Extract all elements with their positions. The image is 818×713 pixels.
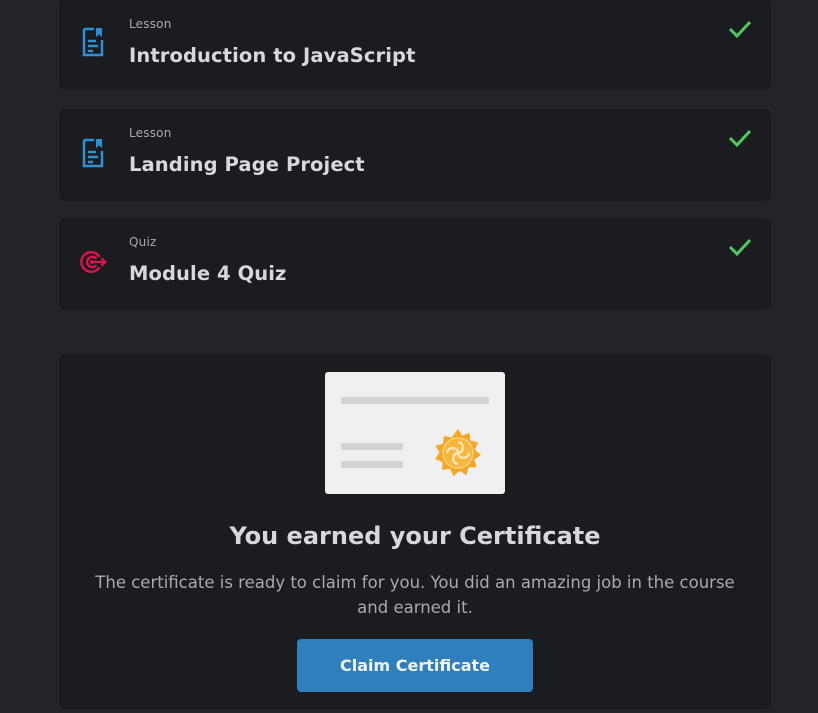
item-title: Landing Page Project bbox=[129, 153, 365, 176]
certificate-illustration bbox=[325, 372, 505, 494]
claim-certificate-button[interactable]: Claim Certificate bbox=[297, 639, 533, 692]
certificate-panel: You earned your Certificate The certific… bbox=[59, 354, 771, 709]
list-item-introduction-to-javascript[interactable]: Lesson Introduction to JavaScript bbox=[59, 0, 771, 90]
certificate-line bbox=[341, 397, 489, 404]
check-icon bbox=[727, 127, 753, 149]
item-title: Introduction to JavaScript bbox=[129, 44, 416, 67]
certificate-seal-icon bbox=[433, 428, 483, 478]
certificate-line bbox=[341, 461, 403, 468]
certificate-title: You earned your Certificate bbox=[229, 522, 601, 550]
lesson-document-icon bbox=[79, 137, 107, 169]
check-icon bbox=[727, 236, 753, 258]
list-item-module-4-quiz[interactable]: Quiz Module 4 Quiz bbox=[59, 218, 771, 310]
lesson-document-icon bbox=[79, 26, 107, 58]
item-title: Module 4 Quiz bbox=[129, 262, 287, 285]
quiz-target-icon bbox=[79, 246, 107, 278]
item-type-label: Lesson bbox=[129, 126, 172, 140]
certificate-description: The certificate is ready to claim for yo… bbox=[95, 573, 735, 617]
list-item-landing-page-project[interactable]: Lesson Landing Page Project bbox=[59, 109, 771, 201]
certificate-line bbox=[341, 443, 403, 450]
check-icon bbox=[727, 18, 753, 40]
item-type-label: Lesson bbox=[129, 17, 172, 31]
item-type-label: Quiz bbox=[129, 235, 157, 249]
